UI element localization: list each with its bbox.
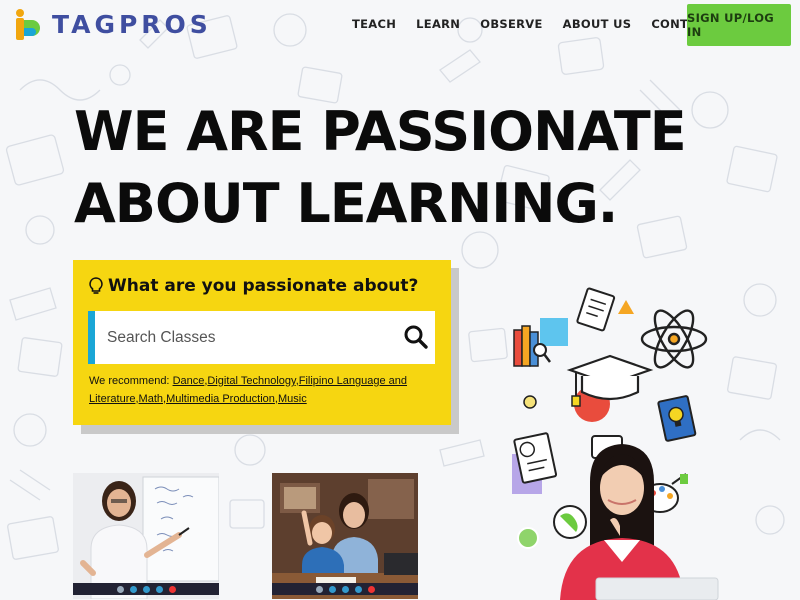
recommend-link-music[interactable]: Music: [278, 393, 307, 405]
parent-child-video-thumb[interactable]: [272, 473, 418, 599]
video-controls-bar: [272, 583, 418, 595]
education-illustration: [512, 287, 719, 600]
parent-child-photo: [272, 473, 418, 599]
recommend-link-digital-technology[interactable]: Digital Technology: [207, 375, 295, 387]
search-card: What are you passionate about? We recomm…: [73, 260, 451, 425]
video-controls-bar: [73, 583, 219, 595]
recommend-link-dance[interactable]: Dance: [173, 375, 205, 387]
recommendations: We recommend: Dance,Digital Technology,F…: [89, 375, 408, 405]
nav-item-about-us[interactable]: ABOUT US: [563, 17, 632, 31]
hero-title-line-2: ABOUT LEARNING.: [74, 172, 618, 235]
teacher-photo: [73, 473, 219, 599]
hero-title: WE ARE PASSIONATE ABOUT LEARNING.: [74, 96, 687, 240]
idea-book-icon: [657, 395, 697, 442]
search-question-text: What are you passionate about?: [108, 276, 419, 296]
recommend-prefix: We recommend:: [89, 375, 173, 387]
clipboard-icon: [576, 287, 616, 332]
signup-login-button[interactable]: SIGN UP/LOG IN: [687, 4, 791, 46]
hero-title-line-1: WE ARE PASSIONATE: [74, 100, 687, 163]
site-header: TAGPROS TEACH LEARN OBSERVE ABOUT US CON…: [0, 0, 800, 50]
nav-item-observe[interactable]: OBSERVE: [480, 17, 542, 31]
search-question: What are you passionate about?: [89, 276, 437, 296]
teacher-whiteboard-video-thumb[interactable]: [73, 473, 219, 599]
brand-name: TAGPROS: [52, 9, 212, 39]
recommend-link-math[interactable]: Math: [139, 393, 163, 405]
search-input[interactable]: [95, 317, 385, 358]
logo[interactable]: TAGPROS: [14, 6, 212, 42]
recommend-link-multimedia-production[interactable]: Multimedia Production: [166, 393, 275, 405]
search-icon[interactable]: [403, 324, 429, 350]
nav-item-learn[interactable]: LEARN: [416, 17, 460, 31]
atom-icon: [640, 309, 708, 369]
search-box: [88, 311, 435, 364]
lightbulb-icon: [89, 277, 103, 294]
nav-item-teach[interactable]: TEACH: [352, 17, 396, 31]
tagpros-logo-icon: [16, 9, 40, 40]
